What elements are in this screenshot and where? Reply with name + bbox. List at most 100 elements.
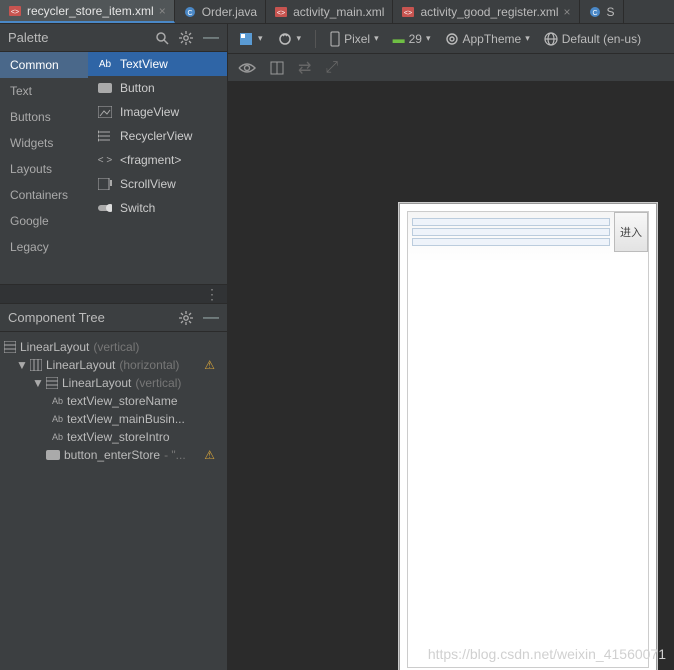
node-suffix: (horizontal) bbox=[119, 358, 179, 372]
tree-node[interactable]: Ab textView_storeName bbox=[4, 392, 223, 410]
component-tree-title: Component Tree bbox=[8, 310, 105, 325]
palette-cat-widgets[interactable]: Widgets bbox=[0, 130, 88, 156]
gear-icon[interactable] bbox=[179, 311, 193, 325]
switch-icon bbox=[98, 201, 112, 215]
device-screen: 进入 bbox=[407, 211, 649, 668]
svg-text:C: C bbox=[187, 10, 192, 17]
tree-node[interactable]: button_enterStore - "... ⚠ bbox=[4, 446, 223, 464]
palette-cat-common[interactable]: Common bbox=[0, 52, 88, 78]
palette-item-switch[interactable]: Switch bbox=[88, 196, 227, 220]
tab-label: recycler_store_item.xml bbox=[27, 4, 154, 18]
button-icon bbox=[46, 450, 60, 460]
node-name: LinearLayout bbox=[20, 340, 89, 354]
eye-icon[interactable] bbox=[238, 62, 256, 74]
palette-items: Ab TextView Button ImageView RecyclerVie… bbox=[88, 52, 227, 284]
preview-row: 进入 bbox=[408, 212, 648, 252]
imageview-icon bbox=[98, 105, 112, 119]
java-file-icon: C bbox=[588, 5, 602, 19]
item-label: <fragment> bbox=[120, 153, 181, 167]
component-tree: LinearLayout (vertical) ▼ LinearLayout (ho… bbox=[0, 332, 227, 670]
node-suffix: (vertical) bbox=[93, 340, 139, 354]
preview-canvas[interactable]: 进入 https://blog.csdn.net/weixin_41560071 bbox=[228, 82, 674, 670]
design-mode-button[interactable]: ▾ bbox=[238, 31, 263, 47]
orientation-button[interactable]: ▾ bbox=[277, 31, 302, 47]
api-selector[interactable]: ▬29▾ bbox=[393, 32, 431, 46]
pan-icon[interactable]: ⇄ bbox=[298, 58, 311, 78]
tree-node[interactable]: ▼ LinearLayout (vertical) bbox=[4, 374, 223, 392]
xml-file-icon: <> bbox=[8, 4, 22, 18]
expand-arrow-icon[interactable]: ▼ bbox=[16, 358, 26, 372]
item-label: Switch bbox=[120, 201, 155, 215]
panel-divider[interactable]: ⋮ bbox=[0, 284, 227, 304]
palette-item-scrollview[interactable]: ScrollView bbox=[88, 172, 227, 196]
palette-item-recyclerview[interactable]: RecyclerView bbox=[88, 124, 227, 148]
item-label: TextView bbox=[120, 57, 168, 71]
preview-mainbusiness bbox=[412, 228, 610, 236]
device-frame: 进入 bbox=[398, 202, 658, 670]
expand-icon[interactable]: ⤢ bbox=[325, 59, 338, 77]
device-label: Pixel bbox=[344, 32, 370, 46]
palette-title: Palette bbox=[8, 30, 48, 45]
textview-icon: Ab bbox=[52, 432, 63, 442]
node-name: LinearLayout bbox=[46, 358, 115, 372]
warning-icon[interactable]: ⚠ bbox=[204, 358, 215, 372]
preview-storeintro bbox=[412, 238, 610, 246]
palette-cat-buttons[interactable]: Buttons bbox=[0, 104, 88, 130]
tab-recycler-store-item[interactable]: <> recycler_store_item.xml × bbox=[0, 0, 175, 23]
theme-selector[interactable]: AppTheme▾ bbox=[445, 32, 530, 46]
search-icon[interactable] bbox=[155, 31, 169, 45]
node-name: button_enterStore bbox=[64, 448, 160, 462]
xml-file-icon: <> bbox=[401, 5, 415, 19]
design-toolbar: ▾ ▾ Pixel▾ ▬29▾ AppTheme▾ Default (en-us… bbox=[228, 24, 674, 54]
tab-order-java[interactable]: C Order.java bbox=[175, 0, 266, 23]
palette-header: Palette — bbox=[0, 24, 227, 52]
close-icon[interactable]: × bbox=[564, 5, 571, 19]
palette-cat-layouts[interactable]: Layouts bbox=[0, 156, 88, 182]
textview-icon: Ab bbox=[98, 57, 112, 71]
textview-icon: Ab bbox=[52, 396, 63, 406]
gear-icon[interactable] bbox=[179, 31, 193, 45]
tab-overflow[interactable]: C S bbox=[580, 0, 624, 23]
palette-item-button[interactable]: Button bbox=[88, 76, 227, 100]
preview-storename bbox=[412, 218, 610, 226]
svg-text:C: C bbox=[592, 10, 597, 17]
warning-icon[interactable]: ⚠ bbox=[204, 448, 215, 462]
tab-label: activity_main.xml bbox=[293, 5, 384, 19]
close-icon[interactable]: × bbox=[159, 4, 166, 18]
palette-cat-legacy[interactable]: Legacy bbox=[0, 234, 88, 260]
expand-arrow-icon[interactable]: ▼ bbox=[32, 376, 42, 390]
palette-cat-text[interactable]: Text bbox=[0, 78, 88, 104]
fragment-icon: < > bbox=[98, 153, 112, 167]
tree-node[interactable]: ▼ LinearLayout (horizontal) ⚠ bbox=[4, 356, 223, 374]
tree-node[interactable]: LinearLayout (vertical) bbox=[4, 338, 223, 356]
device-selector[interactable]: Pixel▾ bbox=[330, 31, 379, 47]
android-icon: ▬ bbox=[393, 32, 405, 46]
palette-cat-containers[interactable]: Containers bbox=[0, 182, 88, 208]
preview-textviews bbox=[408, 212, 614, 252]
tree-node[interactable]: Ab textView_storeIntro bbox=[4, 428, 223, 446]
node-suffix: (vertical) bbox=[135, 376, 181, 390]
tab-activity-main[interactable]: <> activity_main.xml bbox=[266, 0, 393, 23]
api-label: 29 bbox=[409, 32, 422, 46]
node-name: textView_storeIntro bbox=[67, 430, 170, 444]
svg-text:<>: <> bbox=[11, 9, 19, 16]
collapse-icon[interactable]: — bbox=[203, 29, 219, 47]
drag-handle-icon[interactable]: ⋮ bbox=[205, 286, 219, 303]
node-name: textView_storeName bbox=[67, 394, 178, 408]
node-suffix: - "... bbox=[164, 448, 186, 462]
layout-bounds-icon[interactable] bbox=[270, 61, 284, 75]
item-label: RecyclerView bbox=[120, 129, 192, 143]
locale-selector[interactable]: Default (en-us) bbox=[544, 32, 641, 46]
tree-node[interactable]: Ab textView_mainBusin... bbox=[4, 410, 223, 428]
palette-item-textview[interactable]: Ab TextView bbox=[88, 52, 227, 76]
svg-text:<>: <> bbox=[277, 10, 285, 17]
tab-label: Order.java bbox=[202, 5, 257, 19]
collapse-icon[interactable]: — bbox=[203, 309, 219, 327]
palette-item-fragment[interactable]: < > <fragment> bbox=[88, 148, 227, 172]
palette-categories: Common Text Buttons Widgets Layouts Cont… bbox=[0, 52, 88, 284]
palette-item-imageview[interactable]: ImageView bbox=[88, 100, 227, 124]
node-name: LinearLayout bbox=[62, 376, 131, 390]
palette-cat-google[interactable]: Google bbox=[0, 208, 88, 234]
tab-activity-good-register[interactable]: <> activity_good_register.xml × bbox=[393, 0, 579, 23]
svg-text:<>: <> bbox=[404, 10, 412, 17]
